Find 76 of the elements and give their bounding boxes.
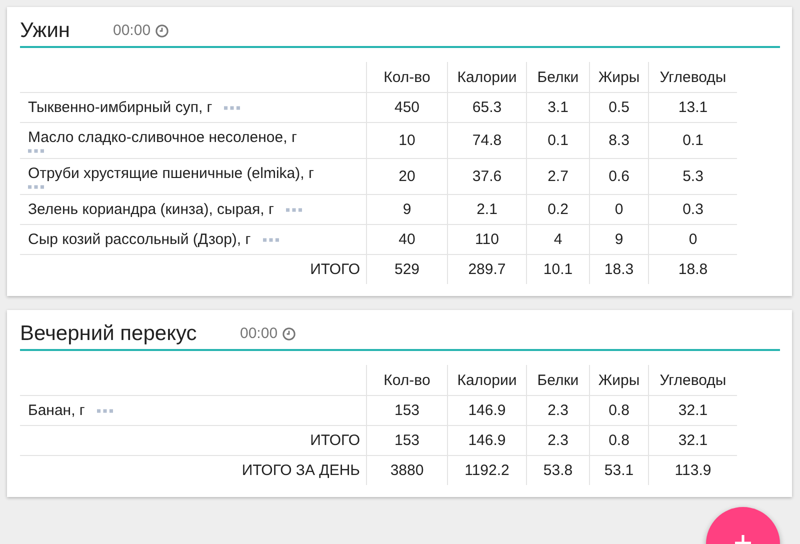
table-cell: 1192.2	[448, 456, 526, 485]
table-cell: 20	[366, 158, 448, 194]
table-cell: 450	[366, 92, 448, 122]
table-cell: 153	[366, 426, 448, 456]
table-cell: 5.3	[648, 158, 737, 194]
table-cell: 10.1	[526, 254, 590, 284]
table-cell: 2.3	[526, 426, 590, 456]
total-label: ИТОГО	[20, 254, 366, 284]
more-icon[interactable]	[96, 408, 113, 414]
table-cell: 37.6	[448, 158, 526, 194]
column-header: Жиры	[590, 62, 648, 92]
more-icon[interactable]	[28, 184, 44, 190]
table-cell: 2.1	[448, 194, 526, 224]
table-cell: 53.8	[526, 456, 590, 485]
table-cell: 0.8	[590, 396, 648, 426]
food-name[interactable]: Отруби хрустящие пшеничные (elmika), г	[28, 163, 314, 184]
column-header: Углеводы	[648, 365, 737, 396]
table-cell: 146.9	[448, 426, 526, 456]
total-label: ИТОГО	[20, 426, 366, 456]
table-cell: 0.2	[526, 194, 590, 224]
meal-time[interactable]: 00:00	[240, 325, 278, 342]
meal-title: Ужин	[20, 18, 72, 42]
total-label: ИТОГО ЗА ДЕНЬ	[20, 456, 366, 485]
table-cell: 0.8	[590, 426, 648, 456]
more-icon[interactable]	[262, 236, 279, 242]
clock-icon[interactable]	[282, 326, 296, 340]
column-header: Белки	[526, 365, 590, 396]
table-cell: 40	[366, 224, 448, 254]
column-header: Углеводы	[648, 62, 737, 92]
table-cell: 529	[366, 254, 448, 284]
table-cell: 2.3	[526, 396, 590, 426]
more-icon[interactable]	[224, 104, 240, 110]
column-header: Калории	[448, 365, 526, 396]
table-cell: 53.1	[590, 456, 648, 485]
table-cell: 32.1	[648, 396, 737, 426]
table-cell: 0.3	[648, 194, 737, 224]
table-cell: 18.8	[648, 254, 737, 284]
table-cell: 2.7	[526, 158, 590, 194]
column-header: Калории	[448, 62, 526, 92]
column-header: Кол-во	[366, 365, 448, 396]
table-cell: 113.9	[648, 456, 737, 485]
table-cell: 0.6	[590, 158, 648, 194]
table-cell: 4	[526, 224, 590, 254]
table-cell: 74.8	[448, 122, 526, 158]
food-name[interactable]: Зелень кориандра (кинза), сырая, г	[28, 199, 274, 220]
meal-title: Вечерний перекус	[20, 322, 198, 346]
table-cell: 0.1	[648, 122, 737, 158]
clock-icon[interactable]	[154, 24, 169, 38]
table-cell: 13.1	[648, 92, 737, 122]
column-header: Кол-во	[366, 62, 448, 92]
table-cell: 3880	[366, 456, 448, 485]
table-cell: 32.1	[648, 426, 737, 456]
food-name[interactable]: Масло сладко-сливочное несоленое, г	[28, 127, 297, 148]
table-cell: 110	[448, 224, 526, 254]
table-cell: 153	[366, 396, 448, 426]
meal-time[interactable]: 00:00	[113, 22, 151, 39]
table-cell: 289.7	[448, 254, 526, 284]
table-cell: 9	[590, 224, 648, 254]
column-header: Жиры	[590, 365, 648, 396]
table-cell: 18.3	[590, 254, 648, 284]
more-icon[interactable]	[286, 206, 302, 212]
table-cell: 9	[366, 194, 448, 224]
food-name[interactable]: Тыквенно-имбирный суп, г	[28, 97, 212, 118]
table-cell: 10	[366, 122, 448, 158]
table-cell: 0	[590, 194, 648, 224]
column-header: Белки	[526, 62, 590, 92]
table-cell: 8.3	[590, 122, 648, 158]
more-icon[interactable]	[28, 148, 44, 154]
table-cell: 0.5	[590, 92, 648, 122]
table-cell: 65.3	[448, 92, 526, 122]
table-cell: 0.1	[526, 122, 590, 158]
food-name[interactable]: Банан, г	[28, 400, 85, 421]
table-cell: 0	[648, 224, 737, 254]
table-cell: 3.1	[526, 92, 590, 122]
table-cell: 146.9	[448, 396, 526, 426]
food-name[interactable]: Сыр козий рассольный (Дзор), г	[28, 229, 251, 250]
